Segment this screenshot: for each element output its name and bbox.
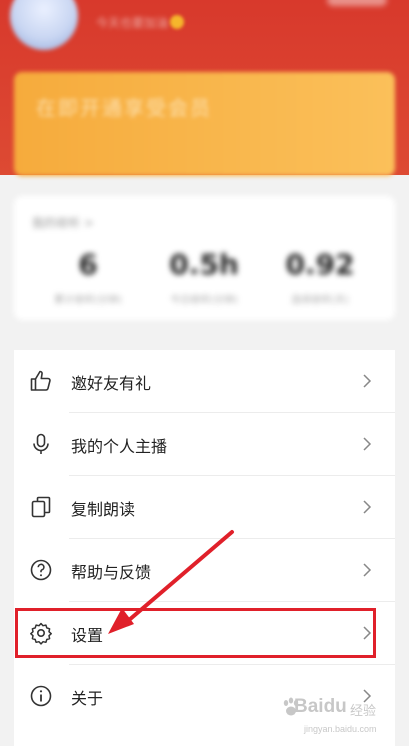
- baidu-jingyan-watermark: Baidu 经验 jingyan.baidu.com: [280, 694, 404, 740]
- watermark-logo: Baidu: [294, 696, 347, 717]
- watermark-suffix: 经验: [350, 704, 377, 719]
- watermark-url: jingyan.baidu.com: [304, 724, 377, 734]
- annotation-arrow-icon: [108, 530, 234, 634]
